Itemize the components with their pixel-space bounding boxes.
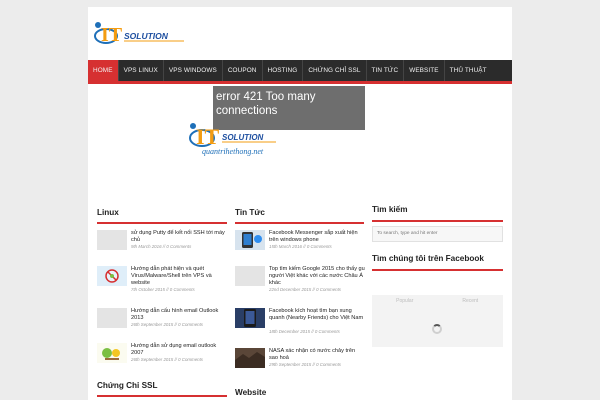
svg-text:IT: IT (101, 24, 123, 46)
post-meta: 15th March 2016 // 0 Comments (269, 244, 332, 249)
news-section-title[interactable]: Tin Tức (235, 208, 265, 222)
nav-item-vps-windows[interactable]: VPS WINDOWS (164, 60, 222, 81)
linux-section-title[interactable]: Linux (97, 208, 119, 222)
svg-text:quantrihethong.net: quantrihethong.net (202, 147, 264, 156)
nav-item-news[interactable]: TIN TỨC (367, 60, 404, 81)
list-item[interactable]: sử dụng Putty để kết nối SSH tới máy chủ… (97, 230, 227, 260)
post-meta: 18th December 2015 // 0 Comments (269, 329, 340, 334)
list-item[interactable]: Facebook Messenger sắp xuất hiện trên wi… (235, 230, 365, 260)
nav-item-hosting[interactable]: HOSTING (263, 60, 303, 81)
post-thumbnail[interactable] (235, 266, 265, 286)
site-header: IT SOLUTION (88, 7, 512, 60)
nav-item-website[interactable]: WEBSITE (404, 60, 443, 81)
nav-item-coupon[interactable]: COUPON (223, 60, 262, 81)
ssl-section-title[interactable]: Chứng Chỉ SSL (97, 381, 158, 395)
search-widget-rule (372, 220, 503, 222)
virus-thumbnail[interactable] (97, 266, 127, 286)
nav-item-ssl[interactable]: CHỨNG CHỈ SSL (303, 60, 365, 81)
news-section-rule (235, 222, 364, 224)
post-meta: 22nd December 2015 // 0 Comments (269, 287, 341, 292)
main-nav: HOME VPS LINUX VPS WINDOWS COUPON HOSTIN… (88, 60, 512, 84)
loading-spinner-icon (432, 324, 442, 334)
post-title[interactable]: sử dụng Putty để kết nối SSH tới máy chủ (131, 230, 227, 244)
post-title[interactable]: Hướng dẫn cấu hình email Outlook 2013 (131, 308, 227, 322)
site-logo[interactable]: IT SOLUTION (94, 18, 189, 48)
nav-item-home[interactable]: HOME (88, 60, 118, 81)
post-meta: 26th September 2015 // 0 Comments (131, 357, 203, 362)
facebook-widget-rule (372, 269, 503, 271)
nearby-friends-thumbnail[interactable] (235, 308, 265, 328)
facebook-widget-title: Tìm chúng tôi trên Facebook (372, 254, 484, 263)
post-thumbnail[interactable] (97, 308, 127, 328)
post-title[interactable]: NASA xác nhận có nước chảy trên sao hoả (269, 348, 365, 362)
list-item[interactable]: Hướng dẫn phát hiện và quét Virus/Malwar… (97, 266, 227, 296)
post-title[interactable]: Hướng dẫn phát hiện và quét Virus/Malwar… (131, 266, 227, 287)
ssl-section-rule (97, 395, 227, 397)
outlook-thumbnail[interactable] (97, 343, 127, 363)
tab-popular[interactable]: Popular (372, 295, 438, 308)
post-thumbnail[interactable] (97, 230, 127, 250)
post-meta: 29th September 2015 // 0 Comments (269, 362, 341, 367)
messenger-thumbnail[interactable] (235, 230, 265, 250)
nav-item-tips[interactable]: THỦ THUẬT (445, 60, 492, 81)
post-title[interactable]: Hướng dẫn sử dụng email outlook 2007 (131, 343, 227, 357)
list-item[interactable]: Facebook kích hoạt tìm bạn xung quanh (N… (235, 308, 365, 338)
linux-section-rule (97, 222, 227, 224)
tab-recent[interactable]: Recent (438, 295, 504, 308)
page: IT SOLUTION HOME VPS LINUX VPS WINDOWS C… (88, 7, 512, 400)
mars-thumbnail[interactable] (235, 348, 265, 368)
svg-text:IT: IT (196, 124, 220, 149)
nav-item-vps-linux[interactable]: VPS LINUX (119, 60, 163, 81)
list-item[interactable]: Hướng dẫn sử dụng email outlook 2007 26t… (97, 343, 227, 373)
website-section-title[interactable]: Website (235, 388, 266, 400)
banner-logo: IT SOLUTION quantrihethong.net (188, 114, 283, 160)
list-item[interactable]: NASA xác nhận có nước chảy trên sao hoả … (235, 348, 365, 378)
facebook-widget: Popular Recent (372, 295, 503, 347)
facebook-tabs: Popular Recent (372, 295, 503, 308)
post-title[interactable]: Top tìm kiếm Google 2015 cho thấy gu ngư… (269, 266, 365, 287)
search-widget-title: Tìm kiếm (372, 205, 408, 214)
post-title[interactable]: Facebook kích hoạt tìm bạn xung quanh (N… (269, 308, 365, 322)
post-meta: 26th September 2015 // 0 Comments (131, 322, 203, 327)
post-title[interactable]: Facebook Messenger sắp xuất hiện trên wi… (269, 230, 365, 244)
banner: error 421 Too many connections IT SOLUTI… (88, 84, 512, 202)
list-item[interactable]: Hướng dẫn cấu hình email Outlook 2013 26… (97, 308, 227, 338)
search-input[interactable]: To search, type and hit enter (372, 226, 503, 242)
svg-text:SOLUTION: SOLUTION (222, 133, 264, 142)
svg-text:SOLUTION: SOLUTION (124, 31, 169, 41)
post-meta: 9th March 2016 // 0 Comments (131, 244, 192, 249)
list-item[interactable]: Top tìm kiếm Google 2015 cho thấy gu ngư… (235, 266, 365, 296)
post-meta: 7th October 2015 // 0 Comments (131, 287, 195, 292)
